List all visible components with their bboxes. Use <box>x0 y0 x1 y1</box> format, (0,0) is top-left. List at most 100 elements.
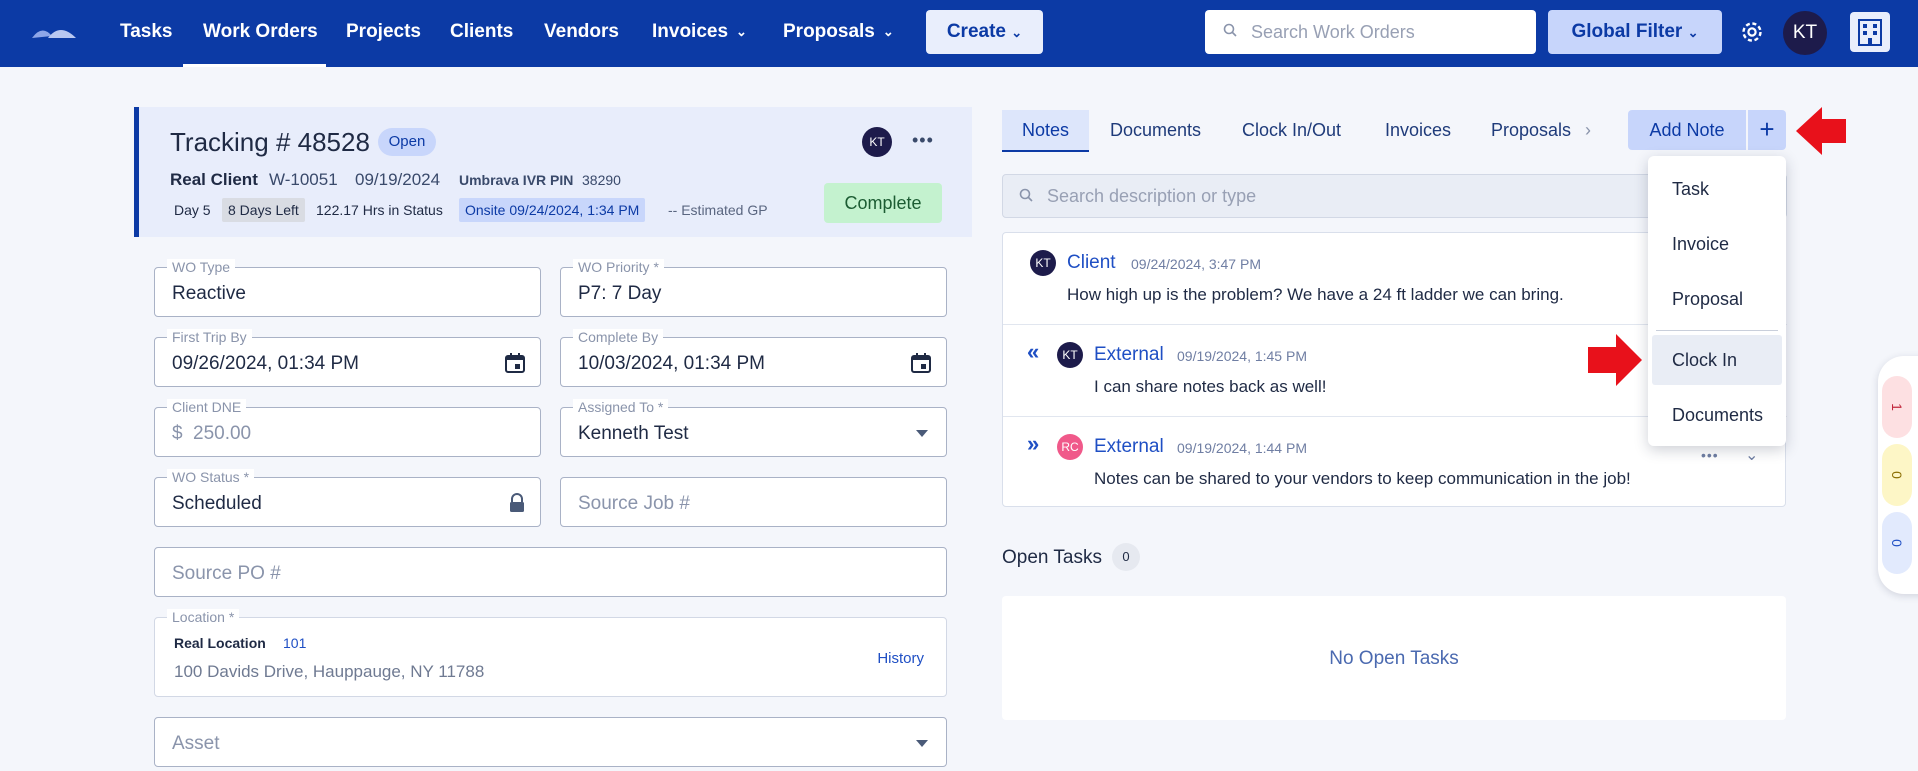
chevron-down-icon: ⌄ <box>1011 25 1023 40</box>
ivr-pin: 38290 <box>582 172 621 188</box>
pointer-arrow-icon <box>1796 107 1846 155</box>
note-time: 09/19/2024, 1:45 PM <box>1177 348 1307 364</box>
search-input[interactable] <box>1251 10 1531 54</box>
top-navigation-bar: Tasks Work Orders Projects Clients Vendo… <box>0 0 1918 67</box>
nav-projects[interactable]: Projects <box>346 0 421 67</box>
calendar-icon[interactable] <box>910 352 932 374</box>
shared-back-icon: « <box>1027 339 1040 364</box>
menu-item-proposal[interactable]: Proposal <box>1648 274 1786 324</box>
field-label: Location * <box>167 609 240 625</box>
location-history-link[interactable]: History <box>877 650 924 667</box>
global-filter-button[interactable]: Global Filter ⌄ <box>1548 10 1722 54</box>
add-menu-button[interactable]: + <box>1748 110 1786 150</box>
lock-icon <box>510 493 524 512</box>
wo-priority-field[interactable]: WO Priority * P7: 7 Day <box>560 259 947 317</box>
blue-counter[interactable]: 0 <box>1882 512 1912 574</box>
user-avatar[interactable]: KT <box>1783 11 1827 55</box>
nav-clients[interactable]: Clients <box>450 0 513 67</box>
notes-search-input[interactable] <box>1047 175 1647 217</box>
first-trip-by-field[interactable]: First Trip By 09/26/2024, 01:34 PM <box>154 329 541 387</box>
tab-documents[interactable]: Documents <box>1110 110 1201 152</box>
field-value: 250.00 <box>193 423 252 444</box>
page-title: Tracking # 48528 <box>170 127 370 157</box>
calendar-icon[interactable] <box>504 352 526 374</box>
create-button[interactable]: Create ⌄ <box>926 10 1043 54</box>
currency-prefix: $ <box>172 423 183 444</box>
source-job-field[interactable]: Source Job # <box>560 477 947 527</box>
note-text: How high up is the problem? We have a 24… <box>1067 285 1564 304</box>
wo-type-field[interactable]: WO Type Reactive <box>154 259 541 317</box>
location-name: Real Location <box>174 635 266 651</box>
red-counter[interactable]: 1 <box>1882 376 1912 438</box>
note-avatar: RC <box>1057 434 1083 460</box>
open-tasks-panel: No Open Tasks <box>1002 596 1786 720</box>
field-value: P7: 7 Day <box>578 283 662 304</box>
menu-item-invoice[interactable]: Invoice <box>1648 219 1786 269</box>
field-placeholder: Source Job # <box>578 493 690 514</box>
tab-invoices[interactable]: Invoices <box>1385 110 1451 152</box>
add-note-button[interactable]: Add Note <box>1628 110 1746 150</box>
field-placeholder: Source PO # <box>172 563 281 584</box>
gear-icon[interactable] <box>1738 18 1766 46</box>
nav-invoices[interactable]: Invoices ⌄ <box>652 0 747 67</box>
field-value: Scheduled <box>172 493 262 514</box>
menu-divider <box>1656 330 1778 331</box>
source-po-field[interactable]: Source PO # <box>154 547 947 597</box>
status-badge: Open <box>378 128 436 156</box>
more-options-icon[interactable]: ••• <box>912 130 934 151</box>
more-options-icon[interactable]: ••• <box>1701 447 1719 463</box>
tab-notes[interactable]: Notes <box>1002 110 1090 152</box>
chevron-down-icon: ⌄ <box>1687 25 1699 40</box>
yellow-counter[interactable]: 0 <box>1882 444 1912 506</box>
asset-field[interactable]: Asset <box>154 717 947 767</box>
note-avatar: KT <box>1057 342 1083 368</box>
note-avatar: KT <box>1030 250 1056 276</box>
estimated-gp-chip: -- Estimated GP <box>668 202 768 218</box>
note-author: Client <box>1067 252 1116 273</box>
pointer-arrow-icon <box>1588 334 1642 386</box>
field-label: Assigned To * <box>573 399 669 415</box>
tab-proposals[interactable]: Proposals <box>1491 110 1571 152</box>
client-dne-field[interactable]: Client DNE $ 250.00 <box>154 399 541 457</box>
menu-item-task[interactable]: Task <box>1648 164 1786 214</box>
client-name[interactable]: Real Client <box>170 170 258 190</box>
field-value: 10/03/2024, 01:34 PM <box>578 353 765 374</box>
onsite-chip: Onsite 09/24/2024, 1:34 PM <box>459 198 646 222</box>
dropdown-arrow-icon[interactable] <box>916 430 928 437</box>
field-label: WO Type <box>167 259 236 275</box>
chevron-down-icon: ⌄ <box>736 24 747 40</box>
wo-status-field[interactable]: WO Status * Scheduled <box>154 469 541 527</box>
nav-tasks[interactable]: Tasks <box>120 0 172 67</box>
note-author: External <box>1094 344 1164 365</box>
assigned-to-field[interactable]: Assigned To * Kenneth Test <box>560 399 947 457</box>
complete-by-field[interactable]: Complete By 10/03/2024, 01:34 PM <box>560 329 947 387</box>
field-placeholder: Asset <box>172 733 220 754</box>
note-text: Notes can be shared to your vendors to k… <box>1094 469 1631 488</box>
search-icon <box>1223 23 1237 37</box>
chevron-right-icon[interactable]: › <box>1585 110 1591 152</box>
search-icon <box>1019 188 1033 202</box>
work-order-search <box>1205 10 1536 54</box>
ivr-label: Umbrava IVR PIN <box>459 172 574 188</box>
location-field[interactable]: Location * Real Location 101 100 Davids … <box>154 609 947 697</box>
note-text: I can share notes back as well! <box>1094 377 1327 396</box>
nav-work-orders[interactable]: Work Orders <box>183 0 326 67</box>
menu-item-clock-in[interactable]: Clock In <box>1652 335 1782 385</box>
dropdown-arrow-icon[interactable] <box>916 740 928 747</box>
building-icon[interactable] <box>1850 12 1890 52</box>
nav-vendors[interactable]: Vendors <box>544 0 619 67</box>
owner-avatar[interactable]: KT <box>862 127 892 157</box>
tab-clock-in-out[interactable]: Clock In/Out <box>1242 110 1341 152</box>
location-address: 100 Davids Drive, Hauppauge, NY 11788 <box>174 662 485 681</box>
complete-button[interactable]: Complete <box>824 183 942 223</box>
field-value: Kenneth Test <box>578 423 689 444</box>
menu-item-documents[interactable]: Documents <box>1648 390 1786 440</box>
logo-icon[interactable] <box>30 22 80 42</box>
open-tasks-count: 0 <box>1112 543 1140 571</box>
field-value: Reactive <box>172 283 246 304</box>
days-left-chip: 8 Days Left <box>222 198 305 222</box>
chevron-down-icon[interactable]: ⌄ <box>1745 445 1758 465</box>
field-value: 09/26/2024, 01:34 PM <box>172 353 359 374</box>
field-label: WO Priority * <box>573 259 664 275</box>
nav-proposals[interactable]: Proposals ⌄ <box>783 0 894 67</box>
